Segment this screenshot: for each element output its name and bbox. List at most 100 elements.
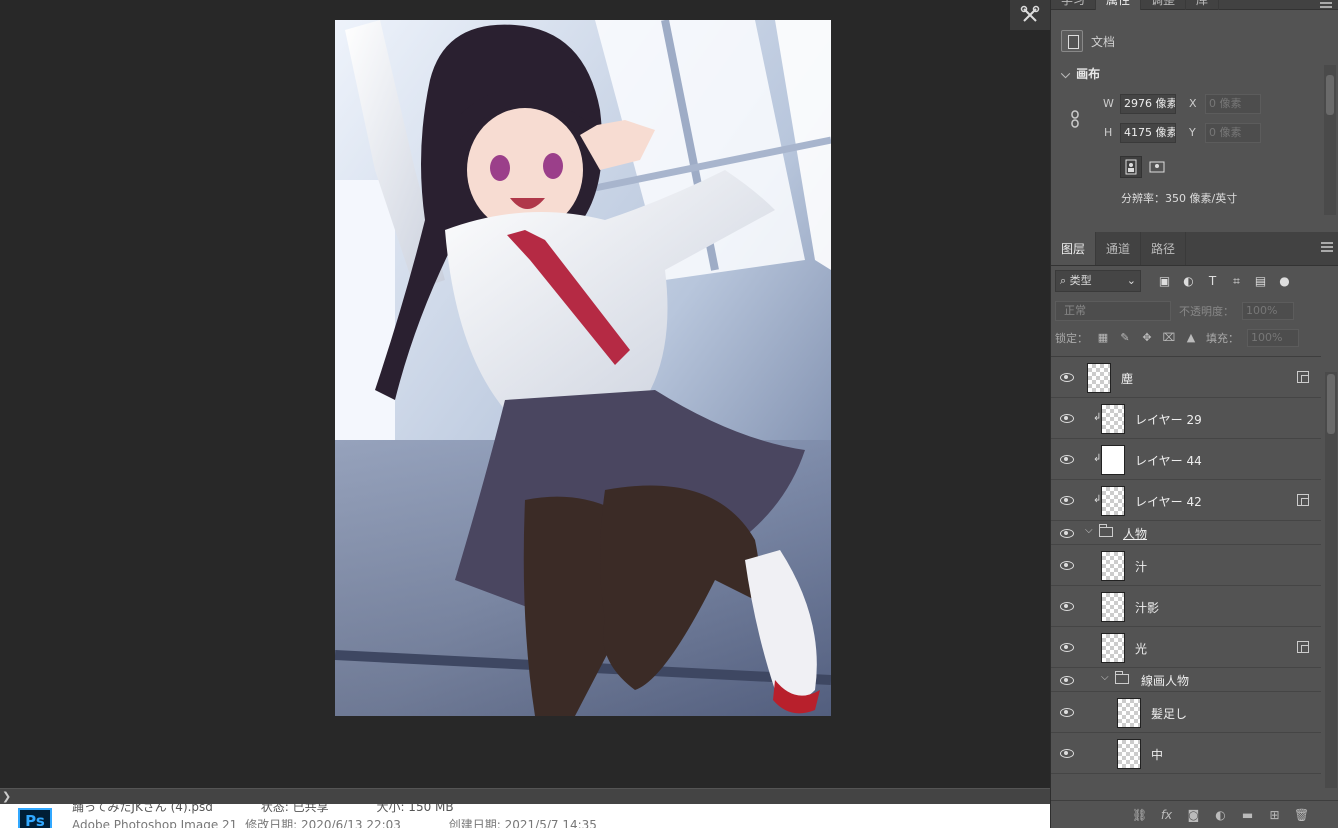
add-mask-icon[interactable]: ◙ bbox=[1186, 808, 1201, 822]
tab-paths[interactable]: 路径 bbox=[1141, 232, 1187, 265]
layer-filter-value: 类型 bbox=[1069, 274, 1092, 287]
type-filter-icon[interactable]: T bbox=[1205, 274, 1220, 289]
lock-row: 锁定： ▦ ✎ ✥ ⌧ ▲ 填充： 100% bbox=[1055, 328, 1335, 348]
properties-scroll-thumb[interactable] bbox=[1326, 75, 1334, 115]
properties-tabbar: 学习 属性 调整 库 bbox=[1051, 0, 1338, 10]
x-label: X bbox=[1189, 97, 1197, 110]
layer-row[interactable]: 汁影 bbox=[1051, 586, 1321, 627]
height-field[interactable]: 4175 像素 bbox=[1120, 123, 1176, 143]
visibility-eye-icon[interactable] bbox=[1059, 371, 1075, 383]
tab-properties[interactable]: 属性 bbox=[1096, 0, 1142, 10]
lock-all-icon[interactable]: ▲ bbox=[1184, 331, 1198, 345]
layer-filter-select[interactable]: ⌕ 类型 ⌄ bbox=[1055, 270, 1141, 292]
properties-menu-icon[interactable] bbox=[1320, 0, 1332, 8]
image-filter-icon[interactable]: ▣ bbox=[1157, 274, 1172, 289]
properties-scrollbar[interactable] bbox=[1324, 65, 1336, 215]
layer-row[interactable]: 光 bbox=[1051, 627, 1321, 668]
artwork-illustration bbox=[335, 20, 831, 716]
layer-thumbnail bbox=[1101, 445, 1125, 475]
status-bar[interactable]: ❯ bbox=[0, 788, 1050, 804]
layer-row[interactable]: 塵 bbox=[1051, 357, 1321, 398]
chevron-down-icon[interactable]: ⌵ bbox=[1101, 672, 1109, 683]
landscape-orientation-button[interactable] bbox=[1146, 156, 1168, 178]
layer-group-name: 人物 bbox=[1123, 527, 1148, 541]
layers-scrollbar[interactable] bbox=[1325, 372, 1337, 788]
lock-transparency-icon[interactable]: ▦ bbox=[1096, 331, 1110, 345]
lock-paint-icon[interactable]: ✎ bbox=[1118, 331, 1132, 345]
visibility-eye-icon[interactable] bbox=[1059, 412, 1075, 424]
tab-learn[interactable]: 学习 bbox=[1051, 0, 1097, 10]
lock-artboard-icon[interactable]: ⌧ bbox=[1162, 331, 1176, 345]
visibility-eye-icon[interactable] bbox=[1059, 641, 1075, 653]
chevron-down-icon[interactable]: ⌵ bbox=[1085, 525, 1093, 536]
x-field[interactable]: 0 像素 bbox=[1205, 94, 1261, 114]
explorer-size: 大小: 150 MB bbox=[376, 804, 454, 814]
layer-group-name: 線画人物 bbox=[1141, 674, 1190, 688]
layer-name: 汁影 bbox=[1135, 601, 1160, 615]
landscape-icon bbox=[1149, 161, 1165, 173]
layer-group-row[interactable]: ⌵ 人物 bbox=[1051, 521, 1321, 545]
smartobject-filter-icon[interactable]: ▤ bbox=[1253, 274, 1268, 289]
layer-row[interactable]: ↲ レイヤー 29 bbox=[1051, 398, 1321, 439]
canvas-workspace[interactable] bbox=[0, 0, 1050, 788]
tab-libraries[interactable]: 库 bbox=[1186, 0, 1220, 10]
fill-label: 填充： bbox=[1206, 332, 1239, 345]
adjustment-layer-icon[interactable]: ◐ bbox=[1213, 808, 1228, 822]
layer-group-row[interactable]: ⌵ 線画人物 bbox=[1051, 668, 1321, 692]
adjustment-filter-icon[interactable]: ◐ bbox=[1181, 274, 1196, 289]
layer-name: 塵 bbox=[1121, 372, 1134, 386]
layer-row[interactable]: 汁 bbox=[1051, 545, 1321, 586]
fx-icon[interactable]: fx bbox=[1159, 808, 1174, 822]
canvas-section-header[interactable]: ⌵ 画布 bbox=[1061, 65, 1100, 82]
visibility-eye-icon[interactable] bbox=[1059, 494, 1075, 506]
link-dimensions-icon[interactable] bbox=[1069, 110, 1081, 128]
folder-icon bbox=[1099, 524, 1113, 537]
delete-layer-icon[interactable]: 🗑 bbox=[1294, 808, 1309, 822]
y-field[interactable]: 0 像素 bbox=[1205, 123, 1261, 143]
new-group-icon[interactable]: ▬ bbox=[1240, 808, 1255, 822]
shape-filter-icon[interactable]: ⌗ bbox=[1229, 274, 1244, 289]
layer-row[interactable]: ↲ レイヤー 44 bbox=[1051, 439, 1321, 480]
blend-mode-select[interactable]: 正常 bbox=[1055, 301, 1171, 321]
new-layer-icon[interactable]: ⊞ bbox=[1267, 808, 1282, 822]
lock-move-icon[interactable]: ✥ bbox=[1140, 331, 1154, 345]
chevron-down-icon: ⌵ bbox=[1061, 67, 1071, 81]
visibility-eye-icon[interactable] bbox=[1059, 674, 1075, 686]
layers-panel: 图层 通道 路径 ⌕ 类型 ⌄ ▣ ◐ T ⌗ ▤ ● 正常 不透明度： 100… bbox=[1051, 232, 1338, 828]
canvas-title: 画布 bbox=[1076, 67, 1101, 81]
fill-field[interactable]: 100% bbox=[1247, 329, 1299, 347]
layers-tabbar: 图层 通道 路径 bbox=[1051, 232, 1338, 266]
visibility-eye-icon[interactable] bbox=[1059, 600, 1075, 612]
layer-name: 髪足し bbox=[1151, 707, 1188, 721]
tab-adjustments[interactable]: 调整 bbox=[1141, 0, 1187, 10]
tool-toggle-button[interactable] bbox=[1010, 0, 1050, 30]
layers-menu-icon[interactable] bbox=[1321, 242, 1333, 252]
visibility-eye-icon[interactable] bbox=[1059, 453, 1075, 465]
width-field[interactable]: 2976 像素 bbox=[1120, 94, 1176, 114]
layer-thumbnail bbox=[1101, 592, 1125, 622]
smart-object-icon bbox=[1297, 494, 1309, 506]
tab-layers[interactable]: 图层 bbox=[1051, 232, 1097, 265]
portrait-orientation-button[interactable] bbox=[1120, 156, 1142, 178]
photoshop-file-icon: Ps bbox=[18, 808, 52, 828]
opacity-field[interactable]: 100% bbox=[1242, 302, 1294, 320]
layer-row[interactable]: 髪足し bbox=[1051, 692, 1321, 733]
visibility-eye-icon[interactable] bbox=[1059, 527, 1075, 539]
canvas-artwork[interactable] bbox=[335, 20, 831, 716]
layer-row[interactable]: ↲ レイヤー 42 bbox=[1051, 480, 1321, 521]
search-icon: ⌕ bbox=[1060, 274, 1067, 287]
layer-row[interactable]: 中 bbox=[1051, 733, 1321, 774]
layer-name: 光 bbox=[1135, 642, 1148, 656]
resolution-text: 分辨率：350 像素/英寸 bbox=[1121, 192, 1238, 205]
visibility-eye-icon[interactable] bbox=[1059, 559, 1075, 571]
layer-thumbnail bbox=[1101, 633, 1125, 663]
link-layers-icon[interactable]: ⛓ bbox=[1132, 808, 1147, 822]
layer-list[interactable]: 塵 ↲ レイヤー 29 ↲ レイヤー 44 ↲ レイヤー 42 ⌵ 人物 汁 汁… bbox=[1051, 356, 1321, 788]
visibility-eye-icon[interactable] bbox=[1059, 706, 1075, 718]
visibility-eye-icon[interactable] bbox=[1059, 747, 1075, 759]
layers-scroll-thumb[interactable] bbox=[1327, 374, 1335, 434]
filter-toggle-icon[interactable]: ● bbox=[1277, 274, 1292, 289]
layer-name: レイヤー 42 bbox=[1135, 495, 1202, 509]
status-expand-icon[interactable]: ❯ bbox=[2, 790, 11, 803]
tab-channels[interactable]: 通道 bbox=[1096, 232, 1142, 265]
